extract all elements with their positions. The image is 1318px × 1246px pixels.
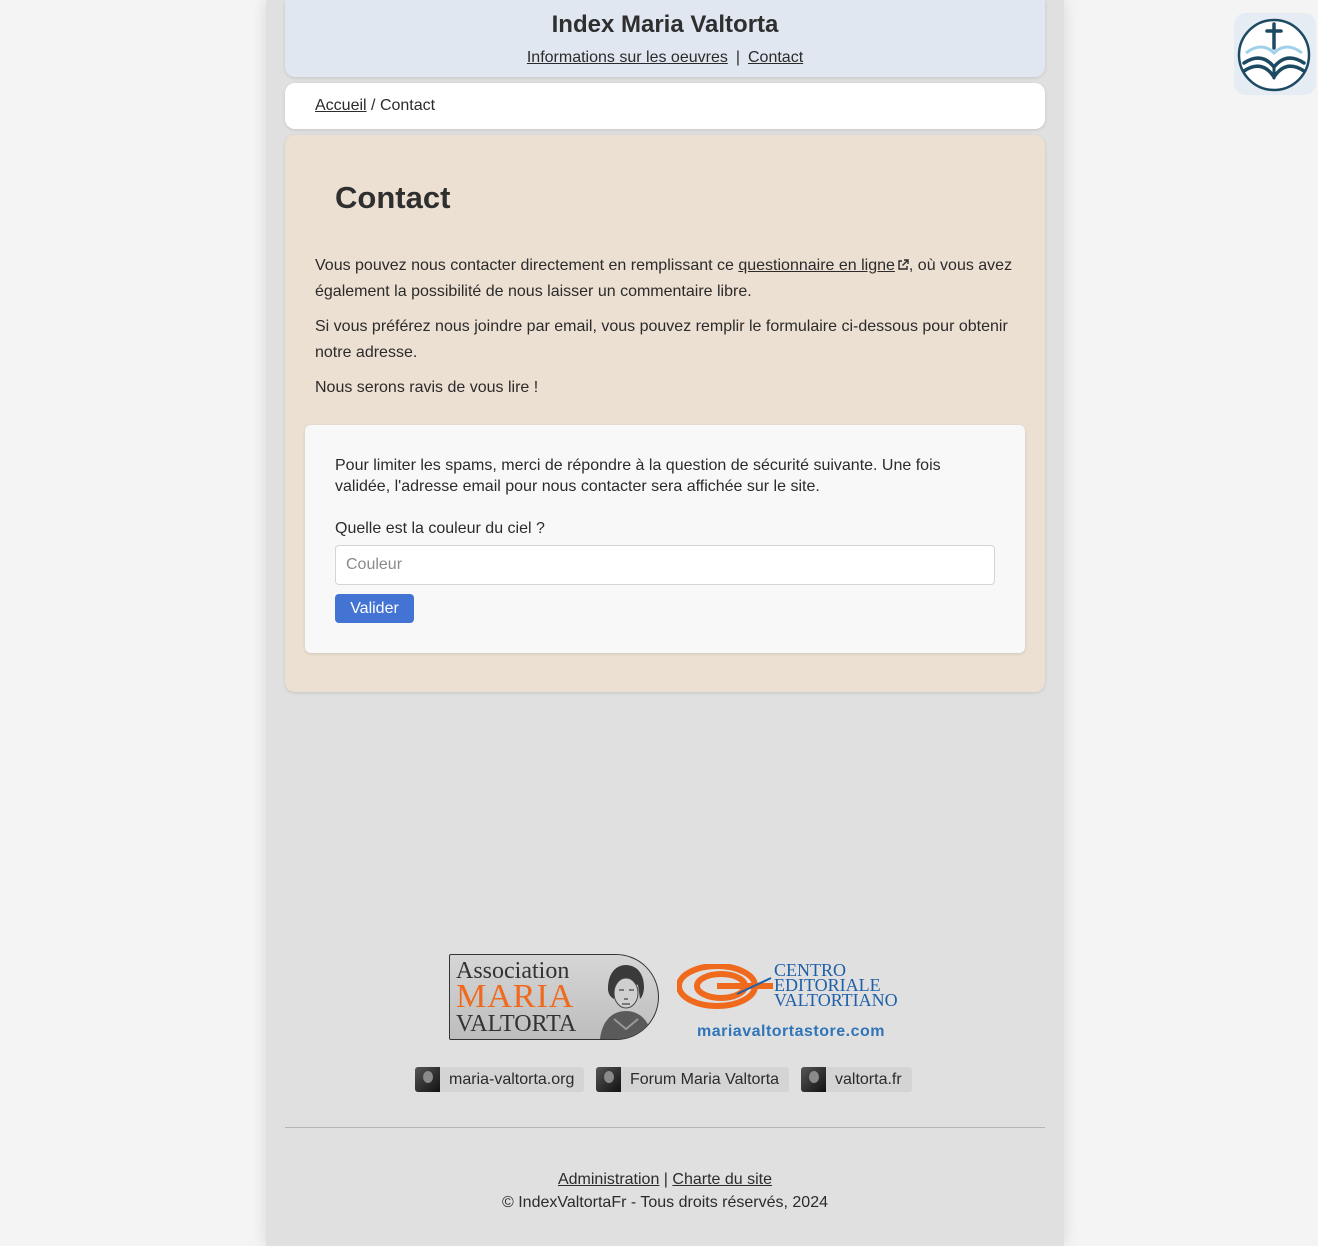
page-title: Contact — [335, 180, 451, 215]
contact-section: Contact Vous pouvez nous contacter direc… — [285, 135, 1045, 692]
corner-site-logo[interactable] — [1234, 13, 1316, 95]
intro-text-before-link: Vous pouvez nous contacter directement e… — [315, 257, 739, 274]
nav-link-contact[interactable]: Contact — [748, 49, 803, 66]
portrait-icon — [600, 965, 652, 1039]
site-title: Index Maria Valtorta — [551, 11, 779, 38]
cev-logo-text: CENTRO EDITORIALE VALTORTIANO — [774, 961, 898, 1010]
page-column: Index Maria Valtorta Informations sur le… — [266, 0, 1064, 1246]
footer-divider — [285, 1127, 1045, 1128]
spam-explanation: Pour limiter les spams, merci de répondr… — [335, 457, 941, 495]
association-logo-line2: MARIA — [456, 978, 575, 1015]
site-charter-link[interactable]: Charte du site — [672, 1171, 772, 1188]
intro-paragraph-1: Vous pouvez nous contacter directement e… — [315, 253, 1020, 305]
link-chip-maria-valtorta-org[interactable]: maria-valtorta.org — [415, 1067, 585, 1092]
intro-text: Vous pouvez nous contacter directement e… — [315, 253, 1020, 410]
partner-logos: Association MARIA VALTORTA CENTRO EDITOR… — [449, 954, 909, 1040]
nav-link-works-info[interactable]: Informations sur les oeuvres — [527, 49, 728, 66]
footer-links: Administration | Charte du site — [266, 1168, 1064, 1191]
sky-color-input[interactable] — [335, 545, 995, 585]
link-chip-forum-maria-valtorta[interactable]: Forum Maria Valtorta — [596, 1067, 790, 1092]
association-logo-line3: VALTORTA — [456, 1011, 577, 1037]
portrait-thumbnail-icon — [596, 1067, 621, 1092]
breadcrumb-home-link[interactable]: Accueil — [315, 97, 367, 114]
top-nav: Informations sur les oeuvres | Contact — [285, 48, 1045, 68]
link-chip-label: valtorta.fr — [835, 1071, 902, 1088]
breadcrumb: Accueil / Contact — [285, 83, 1045, 129]
online-questionnaire-link[interactable]: questionnaire en ligne — [738, 257, 909, 274]
online-questionnaire-label: questionnaire en ligne — [738, 257, 895, 274]
footer-separator: | — [663, 1171, 668, 1188]
security-question-form: Pour limiter les spams, merci de répondr… — [305, 425, 1025, 653]
portrait-thumbnail-icon — [415, 1067, 440, 1092]
nav-separator: | — [735, 49, 740, 66]
site-header: Index Maria Valtorta Informations sur le… — [285, 0, 1045, 77]
cross-book-icon — [1237, 18, 1311, 92]
validate-button[interactable]: Valider — [335, 594, 414, 623]
admin-link[interactable]: Administration — [558, 1171, 659, 1188]
breadcrumb-separator: / — [371, 97, 376, 114]
external-link-icon — [898, 259, 909, 270]
link-chip-label: maria-valtorta.org — [449, 1071, 575, 1088]
centro-editoriale-valtortiano-logo[interactable]: CENTRO EDITORIALE VALTORTIANO mariavalto… — [677, 960, 907, 1040]
portrait-thumbnail-icon — [801, 1067, 826, 1092]
external-site-links: maria-valtorta.org Forum Maria Valtorta … — [415, 1067, 915, 1092]
link-chip-valtorta-fr[interactable]: valtorta.fr — [801, 1067, 912, 1092]
copyright-text: © IndexValtortaFr - Tous droits réservés… — [501, 1194, 828, 1211]
association-maria-valtorta-logo[interactable]: Association MARIA VALTORTA — [449, 954, 659, 1040]
cev-line3: VALTORTIANO — [774, 990, 898, 1010]
site-footer: Administration | Charte du site © IndexV… — [266, 1168, 1064, 1214]
cev-store-url: mariavaltortastore.com — [697, 1023, 885, 1040]
cev-emblem-icon — [677, 964, 773, 1009]
intro-paragraph-2: Si vous préférez nous joindre par email,… — [315, 318, 1008, 361]
security-question-label: Quelle est la couleur du ciel ? — [335, 520, 545, 537]
breadcrumb-current: Contact — [379, 97, 436, 114]
link-chip-label: Forum Maria Valtorta — [630, 1071, 780, 1088]
intro-paragraph-3: Nous serons ravis de vous lire ! — [315, 379, 539, 396]
